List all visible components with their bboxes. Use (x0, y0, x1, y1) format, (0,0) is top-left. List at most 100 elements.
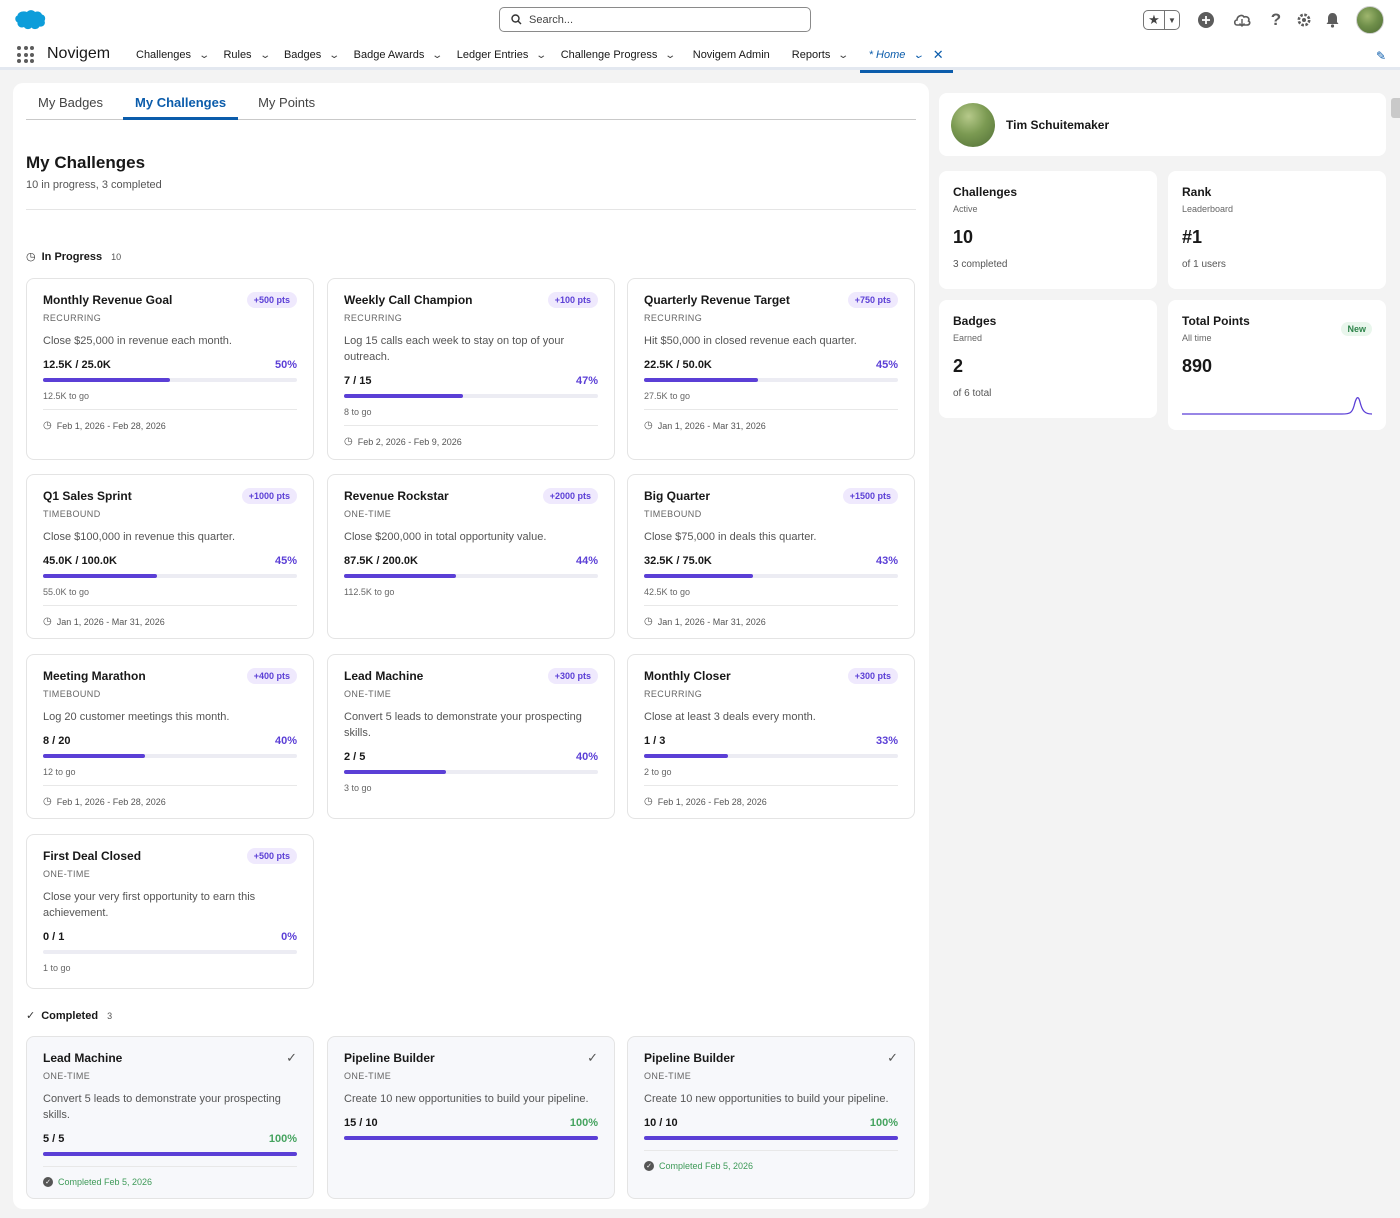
nav-item-badges[interactable]: Badges ⌄ (284, 40, 341, 70)
nav-label[interactable]: * Home (869, 49, 906, 61)
gear-icon[interactable] (1290, 6, 1318, 34)
progress-value: 45.0K / 100.0K (43, 555, 117, 567)
tab-my-challenges[interactable]: My Challenges (123, 83, 239, 120)
remaining-text: 42.5K to go (644, 587, 691, 597)
challenge-card[interactable]: Weekly Call Champion +100 pts RECURRING Log… (327, 278, 615, 460)
progress-value: 0 / 1 (43, 931, 65, 943)
progress-bar (43, 754, 297, 758)
remaining-text: 55.0K to go (43, 587, 90, 597)
tab-my-badges[interactable]: My Badges (26, 83, 115, 120)
nav-label[interactable]: Ledger Entries (457, 49, 529, 61)
progress-value: 87.5K / 200.0K (344, 555, 418, 567)
setup-assistant-icon[interactable] (1228, 6, 1256, 34)
salesforce-cloud-icon[interactable] (14, 9, 46, 31)
points-badge: +750 pts (847, 292, 898, 308)
nav-item-ledger-entries[interactable]: Ledger Entries ⌄ (457, 40, 548, 70)
chevron-down-icon[interactable]: ⌄ (913, 50, 925, 61)
close-icon[interactable]: ✕ (933, 47, 944, 63)
date-range: ◷ Feb 2, 2026 - Feb 9, 2026 (344, 425, 598, 447)
chevron-down-icon[interactable]: ⌄ (432, 50, 444, 61)
chevron-down-icon[interactable]: ⌄ (536, 50, 548, 61)
nav-item-home[interactable]: * Home ⌄ ✕ (859, 40, 953, 73)
progress-bar (344, 770, 598, 774)
progress-value: 5 / 5 (43, 1133, 65, 1145)
challenge-card[interactable]: Q1 Sales Sprint +1000 pts TIMEBOUND Close $… (26, 474, 314, 639)
global-search-input[interactable]: Search... (499, 7, 811, 32)
user-avatar[interactable] (1356, 6, 1384, 34)
date-range: ◷ Jan 1, 2026 - Mar 31, 2026 (644, 409, 898, 431)
nav-item-novigem-admin[interactable]: Novigem Admin (693, 40, 770, 70)
chevron-down-icon[interactable]: ⌄ (665, 50, 677, 61)
challenge-description: Close $25,000 in revenue each month. (43, 335, 232, 347)
points-badge: +400 pts (246, 668, 297, 684)
challenge-type: TIMEBOUND (644, 509, 702, 519)
challenge-name: Weekly Call Champion (344, 293, 473, 307)
tab-my-points[interactable]: My Points (246, 83, 327, 120)
progress-bar (644, 574, 898, 578)
nav-item-rules[interactable]: Rules ⌄ (223, 40, 271, 70)
progress-percent: 40% (575, 751, 598, 763)
tab-bar: My Badges My Challenges My Points (26, 83, 916, 120)
completed-challenge-card[interactable]: Pipeline Builder ✓ ONE-TIME Create 10 new o… (327, 1036, 615, 1199)
date-range: ◷ Jan 1, 2026 - Mar 31, 2026 (43, 605, 297, 627)
challenge-card[interactable]: Quarterly Revenue Target +750 pts RECURRIN… (627, 278, 915, 460)
favorite-star-icon[interactable]: ★ (1144, 11, 1164, 29)
challenge-description: Close $100,000 in revenue this quarter. (43, 531, 236, 543)
nav-label[interactable]: Rules (223, 49, 251, 61)
completed-challenge-card[interactable]: Pipeline Builder ✓ ONE-TIME Create 10 new o… (627, 1036, 915, 1199)
side-panel-handle[interactable] (1391, 98, 1400, 118)
profile-name: Tim Schuitemaker (1006, 117, 1110, 132)
nav-item-challenges[interactable]: Challenges ⌄ (136, 40, 210, 70)
chevron-down-icon[interactable]: ⌄ (259, 50, 271, 61)
global-header: Search... ★ ▼ ? (0, 0, 1400, 40)
challenge-type: ONE-TIME (644, 1071, 692, 1081)
completed-challenge-card[interactable]: Lead Machine ✓ ONE-TIME Convert 5 leads to … (26, 1036, 314, 1199)
edit-pencil-icon[interactable]: ✎ (1376, 49, 1386, 63)
challenge-card[interactable]: Lead Machine +300 pts ONE-TIME Convert 5 le… (327, 654, 615, 819)
challenge-card[interactable]: Meeting Marathon +400 pts TIMEBOUND Log 20 … (26, 654, 314, 819)
nav-item-reports[interactable]: Reports ⌄ (792, 40, 850, 70)
challenge-card[interactable]: Monthly Closer +300 pts RECURRING Close at … (627, 654, 915, 819)
clock-icon: ◷ (644, 616, 653, 627)
stat-detail: 3 completed (953, 259, 1008, 270)
chevron-down-icon[interactable]: ⌄ (329, 50, 341, 61)
nav-item-challenge-progress[interactable]: Challenge Progress ⌄ (561, 40, 677, 70)
date-text: Jan 1, 2026 - Mar 31, 2026 (657, 420, 766, 431)
remaining-text: 27.5K to go (644, 391, 691, 401)
nav-label[interactable]: Challenges (136, 49, 191, 61)
challenge-name: Big Quarter (644, 489, 711, 503)
progress-bar (644, 378, 898, 382)
add-icon[interactable] (1192, 6, 1220, 34)
app-launcher-icon[interactable] (17, 46, 34, 63)
challenge-card[interactable]: Big Quarter +1500 pts TIMEBOUND Close $75,0… (627, 474, 915, 639)
check-icon: ✓ (286, 1050, 297, 1065)
challenge-type: RECURRING (43, 313, 102, 323)
nav-label[interactable]: Challenge Progress (561, 49, 658, 61)
points-badge: +2000 pts (542, 488, 598, 504)
nav-label[interactable]: Reports (792, 49, 831, 61)
stat-detail: of 1 users (1182, 259, 1226, 270)
stat-total-points: Total Points All time 890 New (1168, 300, 1386, 430)
challenge-description: Close at least 3 deals every month. (644, 711, 816, 723)
help-icon[interactable]: ? (1262, 6, 1290, 34)
points-sparkline (1182, 396, 1372, 415)
chevron-down-icon[interactable]: ▼ (1164, 11, 1179, 29)
nav-label[interactable]: Novigem Admin (693, 49, 770, 61)
nav-label[interactable]: Badge Awards (354, 49, 425, 61)
nav-item-badge-awards[interactable]: Badge Awards ⌄ (354, 40, 444, 70)
challenge-card[interactable]: First Deal Closed +500 pts ONE-TIME Close y… (26, 834, 314, 989)
progress-value: 32.5K / 75.0K (644, 555, 712, 567)
progress-percent: 44% (575, 555, 598, 567)
favorites-button[interactable]: ★ ▼ (1143, 10, 1180, 30)
challenge-card[interactable]: Monthly Revenue Goal +500 pts RECURRING Clo… (26, 278, 314, 460)
points-badge: +300 pts (547, 668, 598, 684)
progress-value: 22.5K / 50.0K (644, 359, 712, 371)
nav-label[interactable]: Badges (284, 49, 321, 61)
chevron-down-icon[interactable]: ⌄ (838, 50, 850, 61)
challenge-type: ONE-TIME (43, 1071, 91, 1081)
date-text: Jan 1, 2026 - Mar 31, 2026 (56, 616, 165, 627)
bell-icon[interactable] (1318, 6, 1346, 34)
challenge-card[interactable]: Revenue Rockstar +2000 pts ONE-TIME Close $… (327, 474, 615, 639)
challenge-type: ONE-TIME (43, 869, 91, 879)
chevron-down-icon[interactable]: ⌄ (198, 50, 210, 61)
